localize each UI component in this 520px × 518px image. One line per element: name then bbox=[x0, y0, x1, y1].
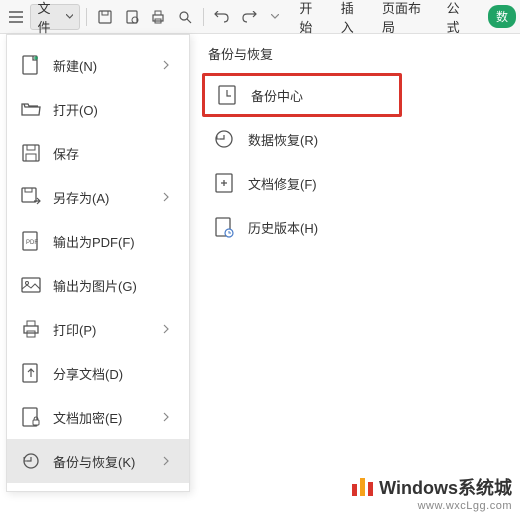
menu-label: 备份与恢复(K) bbox=[53, 452, 151, 471]
submenu-item-data-recovery[interactable]: 数据恢复(R) bbox=[202, 117, 402, 161]
watermark-url: www.wxcLgg.com bbox=[352, 500, 512, 512]
print-icon bbox=[150, 9, 166, 25]
undo-button[interactable] bbox=[210, 4, 234, 30]
search-icon bbox=[177, 9, 193, 25]
watermark-logo-icon bbox=[352, 478, 373, 496]
chevron-down-icon bbox=[271, 14, 279, 19]
undo-icon bbox=[214, 11, 230, 23]
menu-item-new[interactable]: 新建(N) bbox=[7, 43, 189, 87]
submenu-header: 备份与恢复 bbox=[202, 44, 402, 63]
menu-label: 输出为图片(G) bbox=[53, 276, 175, 295]
submenu-label: 备份中心 bbox=[251, 86, 303, 105]
redo-button[interactable] bbox=[236, 4, 260, 30]
chevron-right-icon bbox=[163, 324, 175, 334]
submenu-label: 历史版本(H) bbox=[248, 218, 318, 237]
menu-item-encrypt[interactable]: 文档加密(E) bbox=[7, 395, 189, 439]
hamburger-icon bbox=[8, 10, 24, 24]
data-recovery-icon bbox=[214, 129, 234, 149]
menu-item-export-image[interactable]: 输出为图片(G) bbox=[7, 263, 189, 307]
chevron-right-icon bbox=[163, 192, 175, 202]
history-icon bbox=[214, 217, 234, 237]
tab-data[interactable]: 数 bbox=[488, 5, 516, 28]
print-icon bbox=[21, 319, 41, 339]
file-menu-button[interactable]: 文件 bbox=[30, 4, 80, 30]
menu-item-open[interactable]: 打开(O) bbox=[7, 87, 189, 131]
find-button[interactable] bbox=[173, 4, 197, 30]
tab-start[interactable]: 开始 bbox=[299, 0, 322, 36]
pdf-icon: PDF bbox=[21, 231, 41, 251]
tab-page-layout[interactable]: 页面布局 bbox=[382, 0, 429, 36]
menu-item-backup-restore[interactable]: 备份与恢复(K) bbox=[7, 439, 189, 483]
chevron-right-icon bbox=[163, 456, 175, 466]
menu-item-print[interactable]: 打印(P) bbox=[7, 307, 189, 351]
doc-repair-icon bbox=[214, 173, 234, 193]
menu-item-save[interactable]: 保存 bbox=[7, 131, 189, 175]
tab-formula[interactable]: 公式 bbox=[447, 0, 470, 36]
watermark-title: Windows系统城 bbox=[352, 474, 512, 500]
separator bbox=[86, 8, 87, 26]
menu-item-share[interactable]: 分享文档(D) bbox=[7, 351, 189, 395]
save-as-icon bbox=[21, 187, 41, 207]
toolbar: 文件 bbox=[0, 0, 520, 34]
file-menu-label: 文件 bbox=[37, 0, 61, 36]
menu-item-save-as[interactable]: 另存为(A) bbox=[7, 175, 189, 219]
print-button[interactable] bbox=[146, 4, 170, 30]
tab-row: 开始 插入 页面布局 公式 数 bbox=[299, 0, 516, 36]
chevron-down-icon bbox=[66, 14, 73, 19]
save-icon bbox=[97, 9, 113, 25]
image-icon bbox=[21, 275, 41, 295]
watermark: Windows系统城 www.wxcLgg.com bbox=[352, 474, 512, 512]
menu-item-export-pdf[interactable]: PDF 输出为PDF(F) bbox=[7, 219, 189, 263]
submenu-item-doc-repair[interactable]: 文档修复(F) bbox=[202, 161, 402, 205]
chevron-right-icon bbox=[163, 412, 175, 422]
backup-icon bbox=[21, 451, 41, 471]
svg-text:PDF: PDF bbox=[26, 240, 38, 246]
redo-icon bbox=[241, 11, 257, 23]
menu-label: 打开(O) bbox=[53, 100, 175, 119]
save-button[interactable] bbox=[93, 4, 117, 30]
tab-insert[interactable]: 插入 bbox=[341, 0, 364, 36]
menu-label: 另存为(A) bbox=[53, 188, 151, 207]
new-file-icon bbox=[21, 55, 41, 75]
menu-label: 打印(P) bbox=[53, 320, 151, 339]
menu-label: 文档加密(E) bbox=[53, 408, 151, 427]
file-dropdown-panel: 新建(N) 打开(O) 保存 另存为(A) PDF 输出为PDF(F) bbox=[6, 34, 190, 492]
menu-label: 保存 bbox=[53, 144, 175, 163]
print-preview-button[interactable] bbox=[120, 4, 144, 30]
print-preview-icon bbox=[124, 9, 140, 25]
folder-open-icon bbox=[21, 99, 41, 119]
backup-restore-submenu: 备份与恢复 备份中心 数据恢复(R) 文档修复(F) 历史版本(H) bbox=[202, 44, 402, 249]
submenu-label: 文档修复(F) bbox=[248, 174, 317, 193]
chevron-right-icon bbox=[163, 60, 175, 70]
submenu-item-backup-center[interactable]: 备份中心 bbox=[202, 73, 402, 117]
backup-center-icon bbox=[217, 85, 237, 105]
dropdown-button[interactable] bbox=[263, 4, 287, 30]
submenu-label: 数据恢复(R) bbox=[248, 130, 318, 149]
menu-label: 分享文档(D) bbox=[53, 364, 175, 383]
menu-label: 新建(N) bbox=[53, 56, 151, 75]
watermark-title-text: Windows系统城 bbox=[379, 474, 512, 500]
lock-icon bbox=[21, 407, 41, 427]
separator bbox=[203, 8, 204, 26]
save-icon bbox=[21, 143, 41, 163]
menu-label: 输出为PDF(F) bbox=[53, 232, 175, 251]
submenu-item-history[interactable]: 历史版本(H) bbox=[202, 205, 402, 249]
hamburger-button[interactable] bbox=[4, 4, 28, 30]
share-icon bbox=[21, 363, 41, 383]
